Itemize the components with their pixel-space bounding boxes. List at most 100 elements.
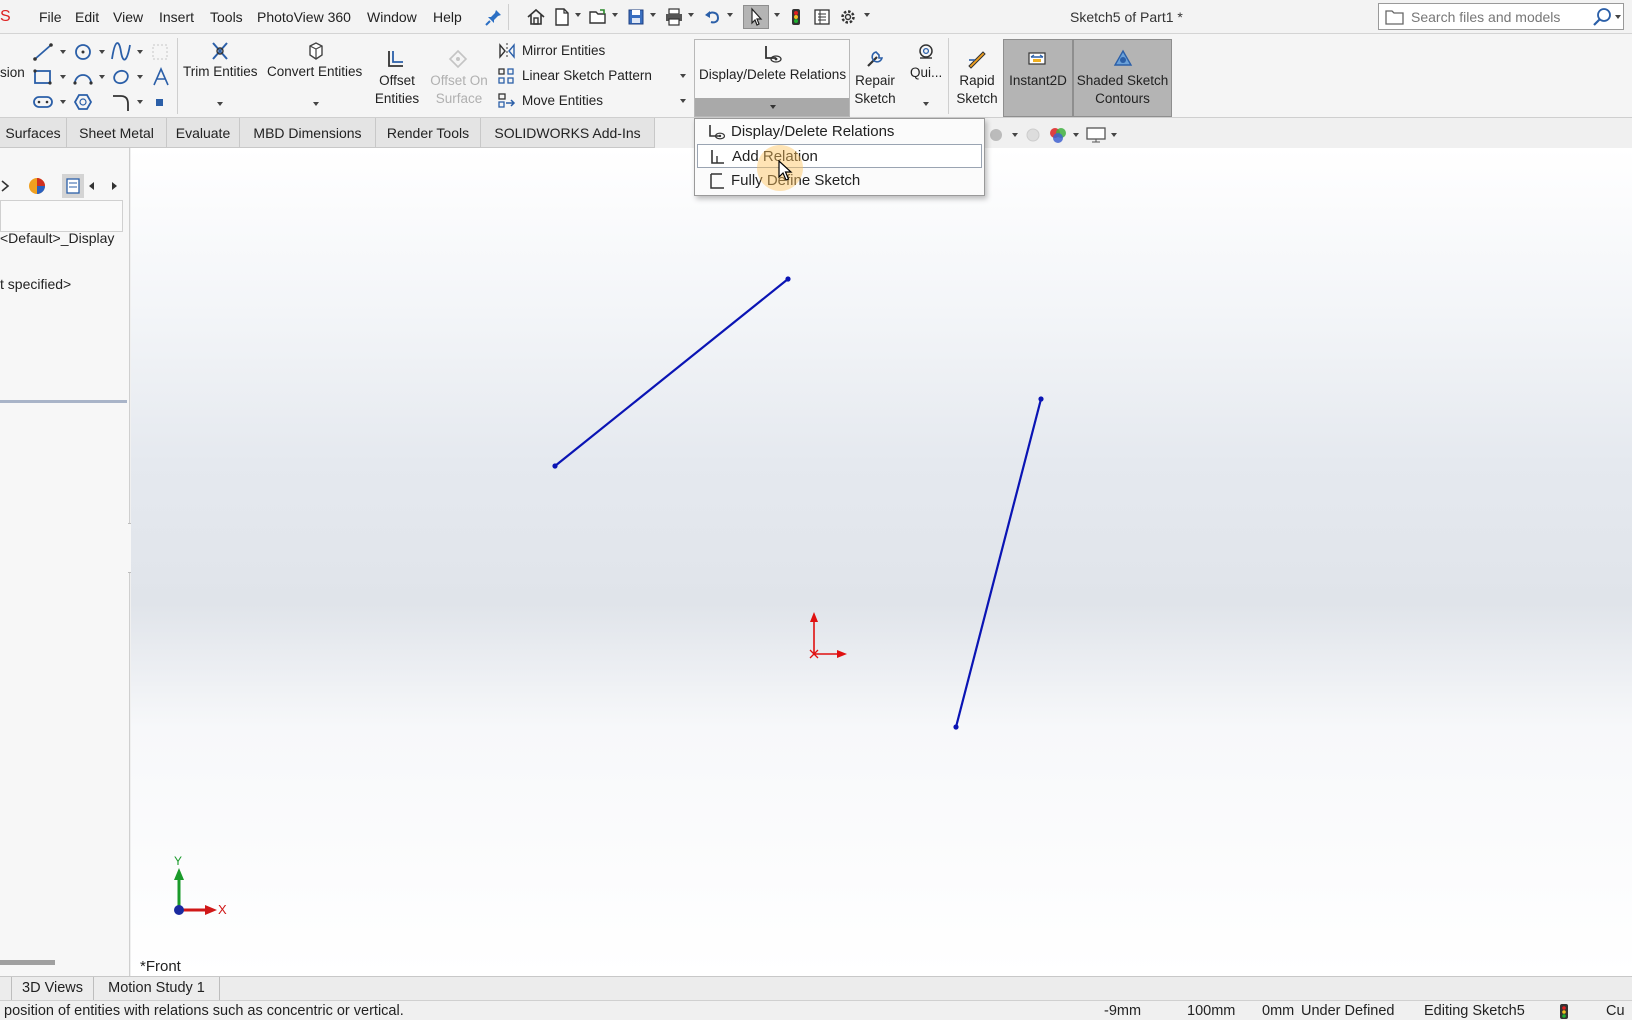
search-icon[interactable] [1591,7,1613,27]
quick-snaps-dropdown-arrow[interactable] [923,102,929,106]
repair-sketch-label-line2[interactable]: Sketch [851,91,899,106]
dimxpert-manager-icon[interactable] [64,176,82,196]
display-style-dropdown-arrow[interactable] [1012,133,1018,137]
tab-solidworks-add-ins[interactable]: SOLIDWORKS Add-Ins [481,118,655,148]
repair-sketch-label-line1[interactable]: Repair [851,73,899,88]
menu-insert[interactable]: Insert [159,9,194,25]
rectangle-dropdown-arrow[interactable] [60,75,66,79]
spline-dropdown-arrow[interactable] [137,50,143,54]
search-box[interactable] [1378,3,1624,30]
sketch-line-1[interactable] [554,278,789,467]
tree-material[interactable]: t specified> [0,276,71,292]
smart-dimension-label[interactable]: sion [0,65,25,80]
tab-sheet-metal[interactable]: Sheet Metal [67,118,167,148]
rebuild-status-traffic-light-icon[interactable] [1559,1004,1569,1019]
move-entities-icon[interactable] [497,92,517,110]
display-delete-relations-button[interactable]: Display/Delete Relations [694,39,850,117]
quick-snaps-icon[interactable] [915,41,937,63]
model-tab-fragment[interactable] [0,977,12,1000]
tab-motion-study-1[interactable]: Motion Study 1 [94,977,220,1000]
linear-sketch-pattern-icon[interactable] [497,67,517,85]
graphics-area[interactable]: Y X *Front [131,148,1632,976]
linear-pattern-dropdown-arrow[interactable] [680,74,686,78]
trim-entities-dropdown-arrow[interactable] [217,102,223,106]
polygon-tool-icon[interactable] [72,92,94,112]
fillet-dropdown-arrow[interactable] [137,100,143,104]
tab-mbd-dimensions[interactable]: MBD Dimensions [240,118,376,148]
menu-item-add-relation[interactable]: Add Relation [697,144,982,168]
menu-edit[interactable]: Edit [75,9,99,25]
edit-appearance-dropdown-arrow[interactable] [1073,133,1079,137]
circle-tool-icon[interactable] [72,42,94,62]
tab-evaluate[interactable]: Evaluate [167,118,240,148]
arc-dropdown-arrow[interactable] [99,75,105,79]
quick-snaps-label[interactable]: Qui... [910,65,942,80]
view-settings-monitor-icon[interactable] [1085,126,1107,144]
panel-tab-partial-icon[interactable] [0,178,10,194]
display-manager-icon[interactable] [26,176,48,196]
offset-entities-label-line2[interactable]: Entities [370,91,424,106]
menu-tools[interactable]: Tools [210,9,243,25]
spline-tool-icon[interactable] [110,42,132,62]
display-delete-relations-dropdown[interactable] [695,98,849,116]
tab-3d-views[interactable]: 3D Views [12,977,94,1000]
trim-entities-label[interactable]: Trim Entities [183,64,258,79]
convert-entities-icon[interactable] [304,40,328,62]
plane-tool-icon[interactable] [150,92,170,112]
print-dropdown-arrow[interactable] [688,13,694,17]
tree-display-state[interactable]: <Default>_Display [0,230,114,246]
sketch-line-1-endpoint-b[interactable] [785,276,791,282]
panel-scroll-right-icon[interactable] [108,178,120,194]
panel-splitter[interactable] [0,400,127,403]
rectangle-tool-icon[interactable] [32,67,54,87]
menu-photoview-360[interactable]: PhotoView 360 [257,9,351,25]
sketch-text-icon[interactable] [150,67,172,87]
hide-show-items-icon[interactable] [1022,126,1044,144]
ellipse-tool-icon[interactable] [110,67,132,87]
rapid-sketch-icon[interactable] [966,48,988,70]
offset-entities-icon[interactable] [385,48,407,70]
save-dropdown-arrow[interactable] [650,13,656,17]
options-gear-icon[interactable] [838,7,858,27]
search-input[interactable] [1411,8,1581,26]
linear-sketch-pattern-label[interactable]: Linear Sketch Pattern [522,68,652,83]
slot-tool-icon[interactable] [32,92,54,112]
open-dropdown-arrow[interactable] [612,13,618,17]
menu-help[interactable]: Help [433,9,462,25]
display-style-icon[interactable] [985,126,1007,144]
panel-scroll-left-icon[interactable] [86,178,98,194]
convert-entities-dropdown-arrow[interactable] [313,102,319,106]
sketch-line-2-endpoint-a[interactable] [1038,396,1044,402]
ellipse-dropdown-arrow[interactable] [137,75,143,79]
move-entities-dropdown-arrow[interactable] [680,99,686,103]
pin-icon[interactable] [484,7,504,27]
tab-render-tools[interactable]: Render Tools [376,118,481,148]
select-cursor-icon[interactable] [746,7,766,27]
view-settings-dropdown-arrow[interactable] [1111,133,1117,137]
menu-view[interactable]: View [113,9,143,25]
sketch-origin-icon[interactable] [809,612,847,659]
save-icon[interactable] [626,7,646,27]
arc-tool-icon[interactable] [72,67,94,87]
rebuild-traffic-light-icon[interactable] [786,7,806,27]
options-dropdown-arrow[interactable] [864,13,870,17]
undo-icon[interactable] [703,7,723,27]
new-dropdown-arrow[interactable] [575,13,581,17]
rapid-sketch-label-line1[interactable]: Rapid [952,73,1002,88]
repair-sketch-icon[interactable] [864,48,886,70]
home-icon[interactable] [526,7,546,27]
mirror-entities-icon[interactable] [497,42,517,60]
sketch-line-2-endpoint-b[interactable] [953,724,959,730]
sketch-line-1-endpoint-a[interactable] [552,463,558,469]
trim-entities-icon[interactable] [208,40,232,62]
sketch-line-2[interactable] [954,398,1043,728]
filter-box[interactable] [0,200,123,232]
edit-appearance-icon[interactable] [1047,125,1069,145]
undo-dropdown-arrow[interactable] [727,13,733,17]
slot-dropdown-arrow[interactable] [60,100,66,104]
search-dropdown-arrow[interactable] [1615,15,1621,19]
tab-surfaces[interactable]: Surfaces [0,118,67,148]
file-properties-icon[interactable] [812,7,832,27]
fillet-tool-icon[interactable] [110,92,132,112]
move-entities-label[interactable]: Move Entities [522,93,603,108]
